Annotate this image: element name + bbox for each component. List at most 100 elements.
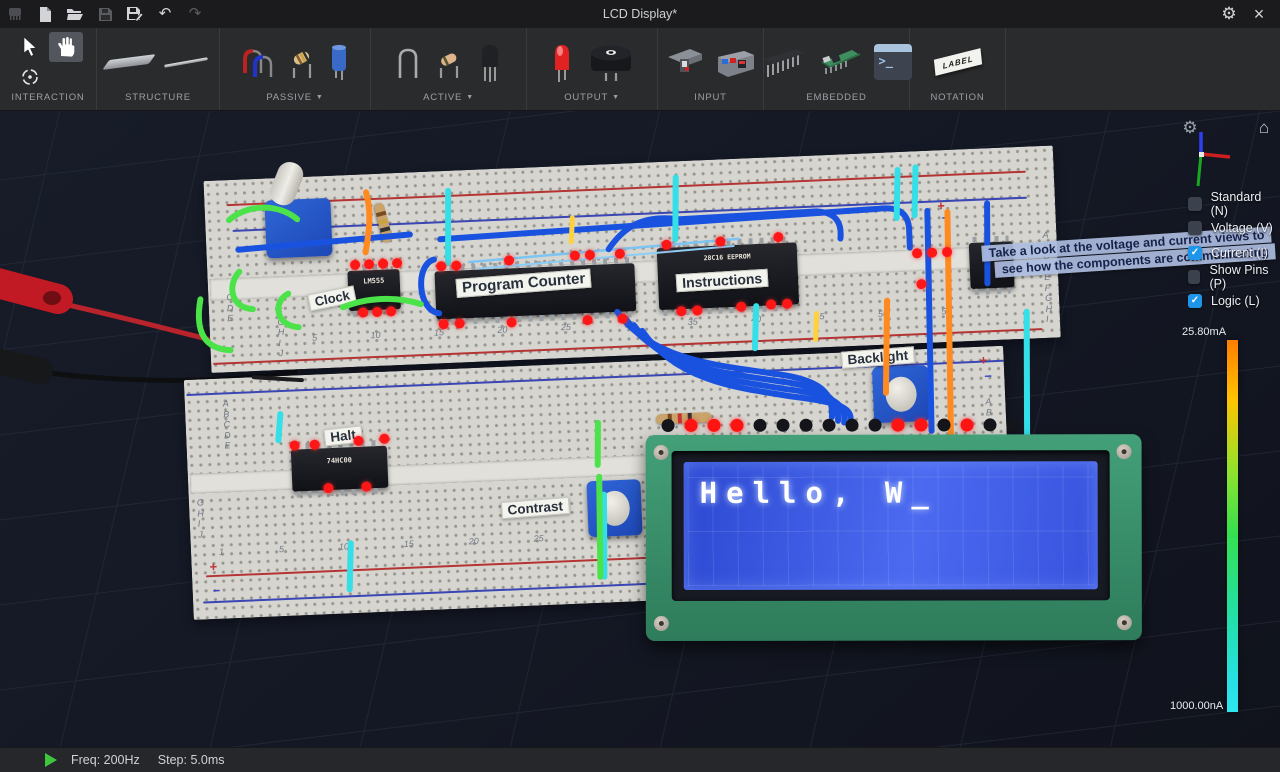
redo-button[interactable]: ↷ — [180, 0, 210, 28]
application-window: ↶ ↷ LCD Display* ⚙ × — [0, 0, 1280, 772]
checkbox-voltage[interactable]: ✓ — [1188, 221, 1202, 235]
toolbar-section-output: OUTPUT ▼ — [527, 28, 658, 110]
terminal-titlebar-decoration — [874, 44, 912, 52]
battery-holder-icon[interactable] — [666, 45, 706, 79]
reset-camera-home-button[interactable]: ⌂ — [1254, 118, 1274, 138]
lcd-pin-logic-high — [731, 419, 744, 432]
terminal-prompt-glyph: >_ — [879, 54, 893, 68]
view-option-logic[interactable]: ✓ Logic (L) — [1188, 293, 1260, 309]
black-wire — [254, 375, 302, 382]
play-button[interactable] — [44, 753, 57, 767]
lcd-pin — [846, 419, 859, 432]
breadboard-assembly[interactable]: + − + − + − 510152025303540455055 151015… — [175, 142, 1154, 652]
lcd-pin — [984, 418, 997, 431]
lcd-screw-icon — [654, 616, 669, 631]
checkbox-show-pins[interactable]: ✓ — [1188, 270, 1200, 284]
ic-chip-icon[interactable] — [762, 43, 808, 81]
view-option-standard[interactable]: ✓ Standard (N) — [1188, 196, 1280, 212]
toolbar-section-input: INPUT — [658, 28, 764, 110]
lcd-screen: Hello, W_ — [684, 461, 1098, 590]
select-cursor-icon[interactable] — [22, 37, 39, 57]
checkbox-current[interactable]: ✓ — [1188, 246, 1202, 260]
toolbar-spacer — [1006, 28, 1280, 110]
close-window-button[interactable]: × — [1244, 0, 1274, 28]
section-label-output: OUTPUT — [564, 92, 608, 103]
new-file-button[interactable] — [30, 0, 60, 28]
lcd-pin-logic-high — [685, 419, 698, 432]
pan-hand-icon[interactable] — [49, 32, 83, 62]
breadboard-icon[interactable] — [108, 57, 150, 67]
section-label-embedded: EMBEDDED — [806, 92, 866, 103]
axis-x-red — [1201, 154, 1230, 157]
frequency-readout: Freq: 200Hz — [71, 753, 140, 767]
passive-dropdown-icon[interactable]: ▼ — [316, 92, 324, 103]
label-sticker-icon[interactable]: LABEL — [934, 54, 982, 70]
black-probe-handle[interactable] — [0, 358, 40, 371]
section-label-input: INPUT — [694, 92, 727, 103]
microcontroller-icon[interactable] — [818, 44, 864, 80]
active-dropdown-icon[interactable]: ▼ — [466, 92, 474, 103]
save-as-button[interactable] — [120, 0, 150, 28]
axis-z-green — [1198, 154, 1201, 186]
simulation-statusbar: Freq: 200Hz Step: 5.0ms — [0, 747, 1280, 772]
lcd-screw-icon — [1117, 615, 1132, 630]
current-scale-min: 1000.00nA — [1170, 700, 1223, 712]
toolbar-section-embedded: >_ EMBEDDED — [764, 28, 910, 110]
step-readout: Step: 5.0ms — [158, 753, 225, 767]
lcd-pin — [800, 419, 813, 432]
lcd-pin-logic-high — [708, 419, 721, 432]
section-label-notation: NOTATION — [930, 92, 984, 103]
lcd-pin-header — [662, 418, 1020, 432]
checkbox-logic[interactable]: ✓ — [1188, 294, 1202, 308]
diode-icon[interactable] — [395, 42, 421, 82]
wire-icon[interactable] — [164, 61, 208, 64]
window-titlebar: ↶ ↷ LCD Display* ⚙ × — [0, 0, 1280, 28]
view-option-show-pins[interactable]: ✓ Show Pins (P) — [1188, 269, 1280, 285]
led-icon[interactable] — [550, 41, 574, 83]
signal-diode-icon[interactable] — [435, 42, 463, 82]
axis-origin — [1199, 152, 1204, 157]
save-button[interactable] — [90, 0, 120, 28]
transistor-icon[interactable] — [477, 41, 503, 83]
app-logo-icon — [0, 0, 30, 28]
section-label-interaction: INTERACTION — [11, 92, 84, 103]
code-terminal-icon[interactable]: >_ — [874, 44, 912, 80]
resistor-icon[interactable] — [289, 42, 315, 82]
section-label-passive: PASSIVE — [266, 92, 312, 103]
lcd-pin — [869, 419, 882, 432]
current-scale-bar — [1227, 340, 1238, 712]
scene-viewport[interactable]: + − + − + − 510152025303540455055 151015… — [0, 110, 1280, 748]
jumper-wires-icon[interactable] — [241, 43, 275, 81]
section-label-structure: STRUCTURE — [125, 92, 191, 103]
green-wires — [194, 194, 604, 593]
lcd-pin-logic-high — [915, 419, 928, 432]
lcd-bezel: Hello, W_ — [672, 450, 1110, 601]
lcd-pin — [823, 419, 836, 432]
label-sticker-text: LABEL — [942, 54, 974, 71]
component-toolbar: INTERACTION STRUCTURE PASSIVE ▼ — [0, 28, 1280, 111]
lcd-pin — [662, 419, 675, 432]
toolbar-section-active: ACTIVE▼ — [371, 28, 527, 110]
toolbar-section-structure: STRUCTURE — [97, 28, 220, 110]
lcd-module[interactable]: Hello, W_ — [646, 420, 1138, 641]
orbit-focus-icon[interactable] — [20, 67, 40, 87]
settings-gear-button[interactable]: ⚙ — [1214, 0, 1244, 28]
lcd-pin-logic-high — [892, 419, 905, 432]
axis-gizmo[interactable] — [1168, 122, 1238, 192]
power-supply-icon[interactable] — [714, 45, 756, 79]
lcd-pin-logic-high — [961, 418, 974, 431]
undo-button[interactable]: ↶ — [150, 0, 180, 28]
lcd-pin — [754, 419, 767, 432]
open-file-button[interactable] — [60, 0, 90, 28]
checkbox-standard[interactable]: ✓ — [1188, 197, 1202, 211]
toolbar-section-passive: PASSIVE ▼ — [220, 28, 371, 110]
buzzer-icon[interactable] — [588, 41, 634, 83]
view-option-current[interactable]: ✓ Current (I) — [1188, 245, 1268, 261]
lcd-screw-icon — [1117, 444, 1132, 459]
lcd-pin — [777, 419, 790, 432]
view-option-voltage[interactable]: ✓ Voltage (V) — [1188, 220, 1273, 236]
capacitor-icon[interactable] — [329, 42, 349, 82]
lcd-pin — [938, 418, 951, 431]
toolbar-section-interaction: INTERACTION — [0, 28, 97, 110]
output-dropdown-icon[interactable]: ▼ — [612, 92, 620, 103]
